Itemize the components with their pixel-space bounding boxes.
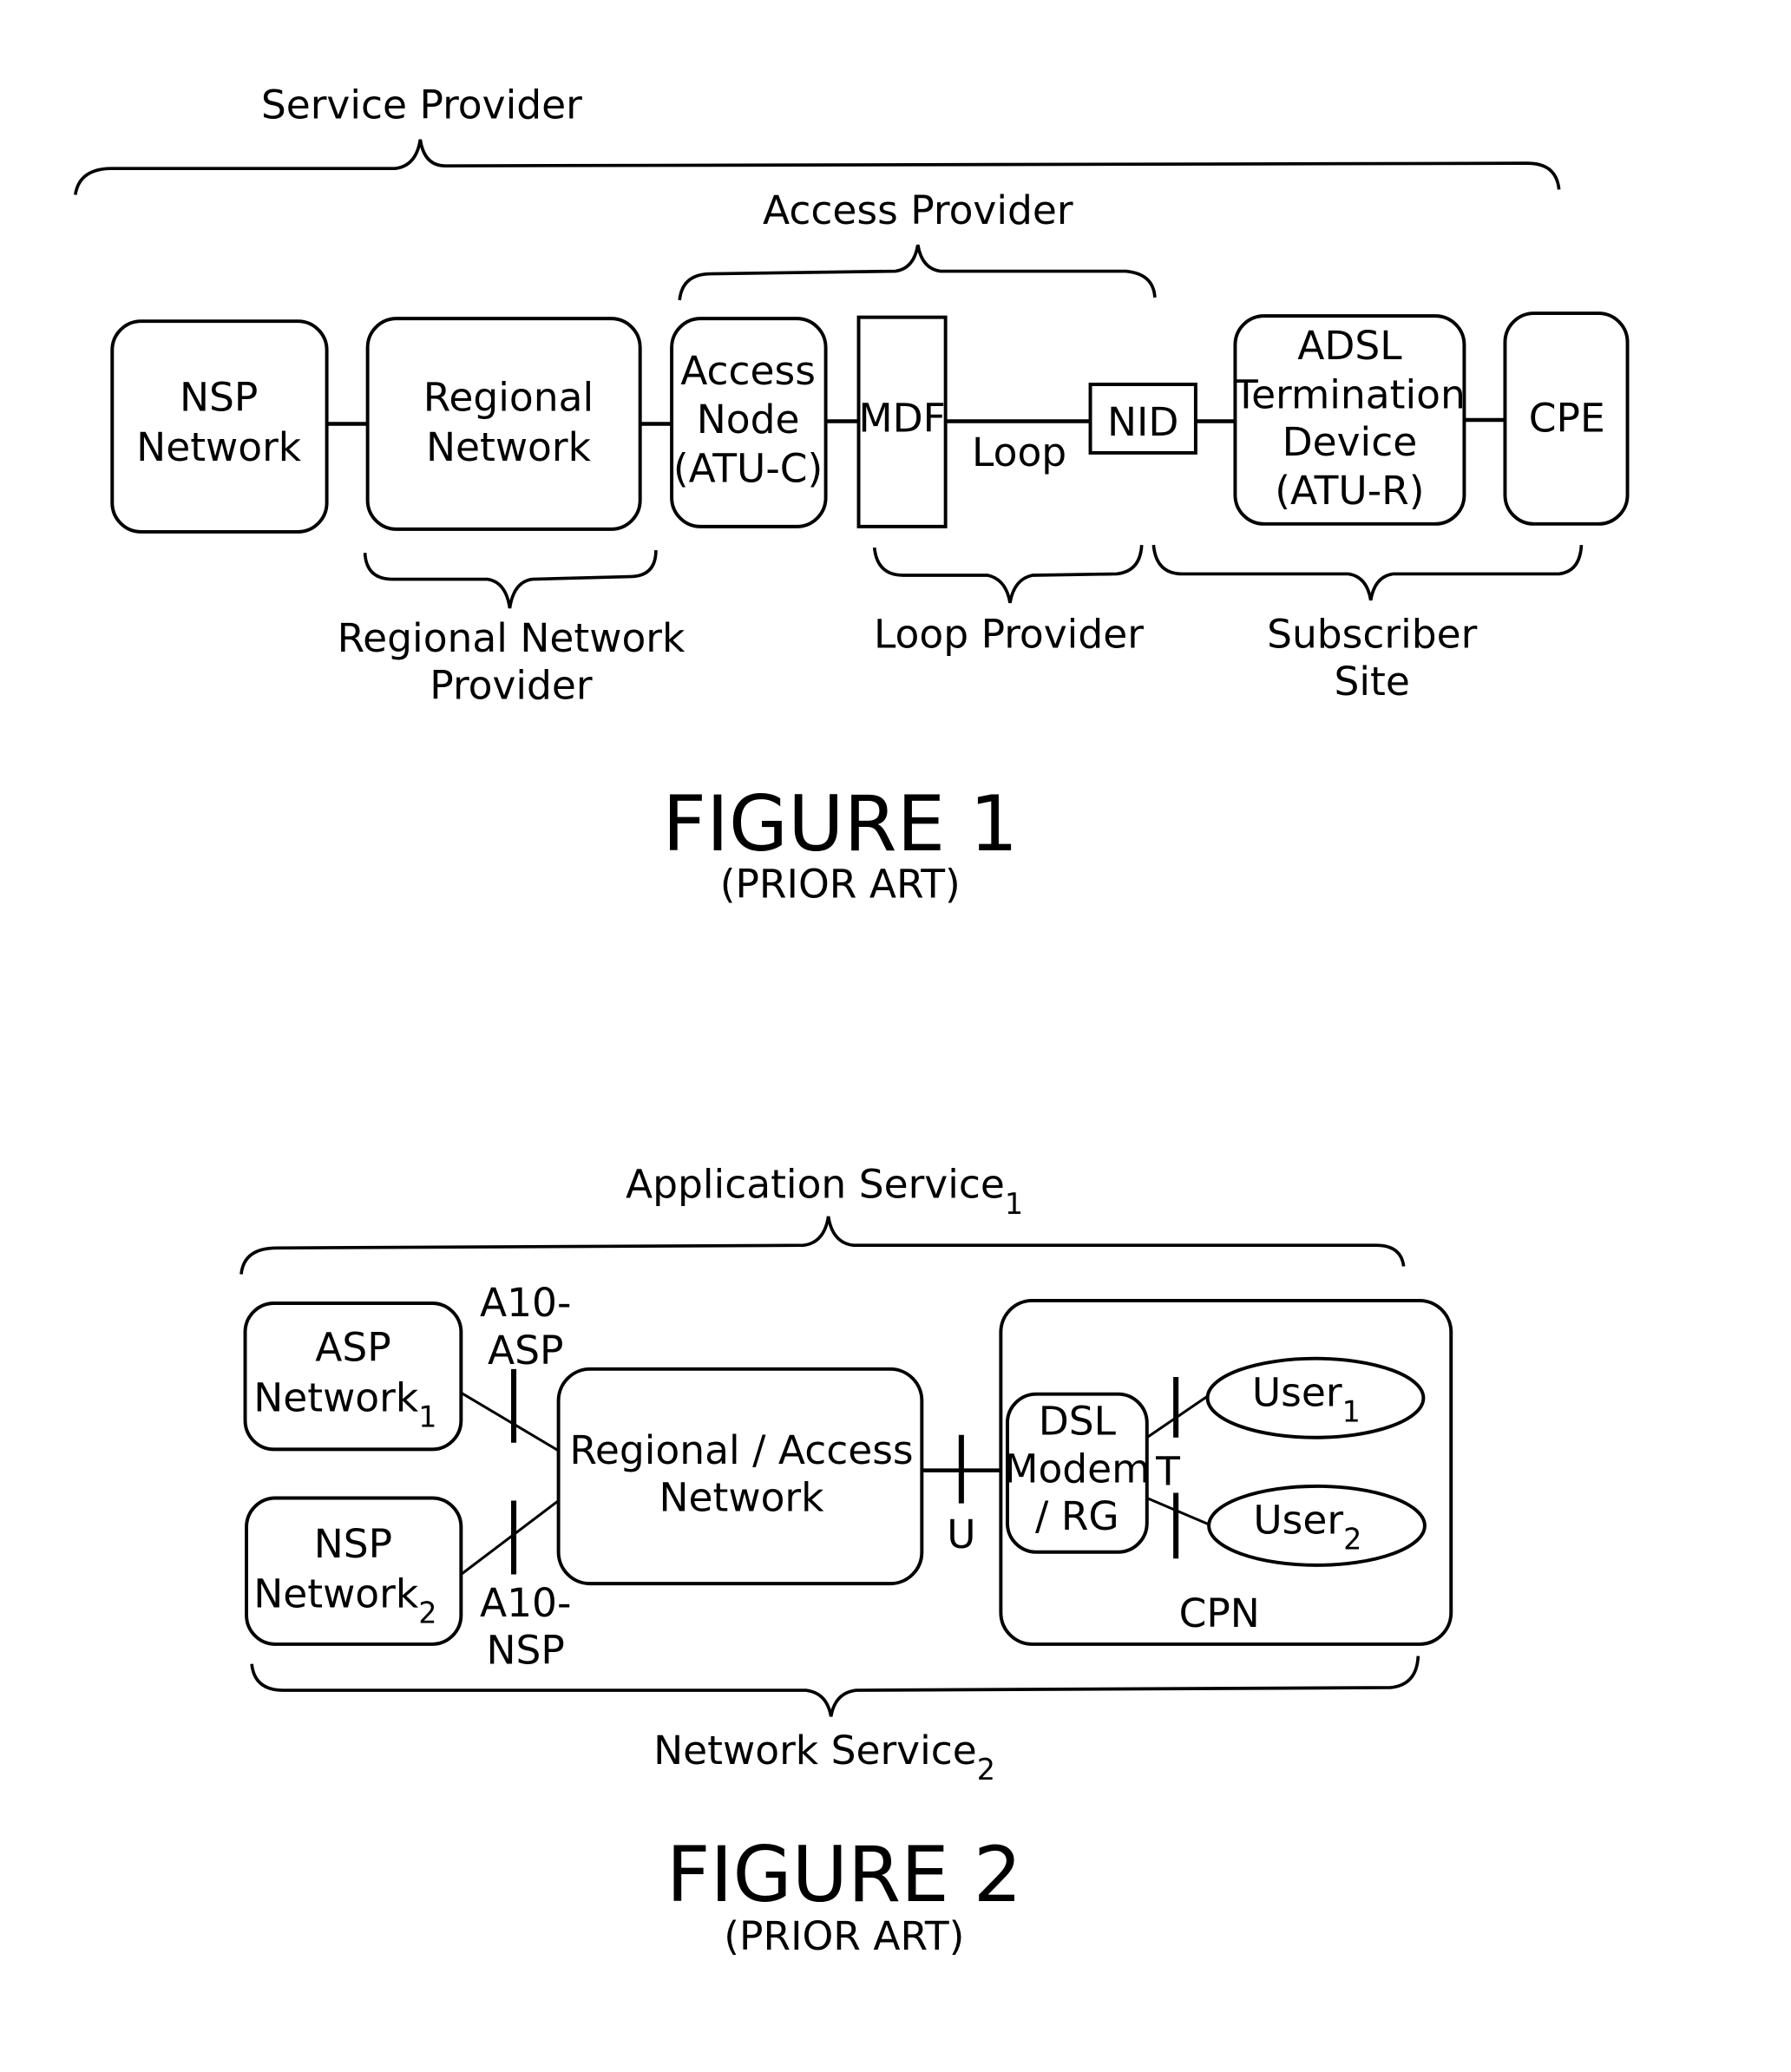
access-provider-brace <box>678 244 1157 301</box>
user2-ellipse: User2 <box>1207 1484 1427 1567</box>
dsl-modem-rg-box: DSL Modem / RG <box>1004 1392 1151 1554</box>
svg-text:NSP: NSP <box>314 1521 392 1567</box>
network-service-label: Network Service2 <box>653 1728 995 1787</box>
regional-network-provider-brace <box>363 550 658 609</box>
subscriber-site-brace <box>1151 544 1584 601</box>
mdf-box: MDF <box>856 315 948 528</box>
regional-network-provider-label: Regional Network <box>338 615 686 661</box>
svg-text:Access: Access <box>680 348 816 394</box>
network-service-brace <box>250 1656 1420 1717</box>
application-service-label: Application Service1 <box>626 1162 1023 1221</box>
svg-text:NSP: NSP <box>180 374 258 420</box>
svg-text:Network: Network <box>659 1475 825 1521</box>
svg-text:Device: Device <box>1283 419 1418 465</box>
svg-text:DSL: DSL <box>1039 1399 1117 1445</box>
asp-network-box: ASP Network1 <box>243 1302 463 1452</box>
application-service-brace <box>239 1216 1406 1275</box>
adsl-termination-device-box: ADSL Termination Device (ATU-R) <box>1233 314 1466 526</box>
a10-nsp-label: A10- <box>480 1580 571 1626</box>
svg-text:Termination: Termination <box>1233 371 1466 417</box>
svg-text:Provider: Provider <box>430 663 593 709</box>
access-node-box: Access Node (ATU-C) <box>670 317 828 528</box>
link-asp-regional <box>460 1391 560 1452</box>
svg-text:ASP: ASP <box>315 1325 390 1371</box>
loop-provider-label: Loop Provider <box>874 611 1144 657</box>
svg-text:Node: Node <box>697 397 800 443</box>
service-provider-label: Service Provider <box>261 82 582 128</box>
u-label: U <box>947 1511 975 1557</box>
svg-text:CPE: CPE <box>1529 396 1605 442</box>
loop-provider-brace <box>872 544 1144 604</box>
figure-2: Application Service1 ASP Network1 NSP Ne… <box>239 1162 1453 1959</box>
svg-text:ASP: ASP <box>488 1328 563 1374</box>
svg-text:(ATU-C): (ATU-C) <box>673 445 823 491</box>
regional-network-box: Regional Network <box>365 317 642 531</box>
loop-label: Loop <box>972 429 1066 475</box>
svg-text:MDF: MDF <box>858 396 945 442</box>
svg-text:Modem: Modem <box>1004 1446 1150 1492</box>
regional-access-network-box: Regional / Access Network <box>556 1367 924 1586</box>
cpn-label: CPN <box>1179 1590 1260 1636</box>
svg-text:ADSL: ADSL <box>1297 323 1402 369</box>
figure-1-prior-art: (PRIOR ART) <box>720 862 961 908</box>
access-provider-label: Access Provider <box>763 187 1073 233</box>
a10-asp-label: A10- <box>480 1280 571 1326</box>
svg-text:NSP: NSP <box>487 1628 565 1674</box>
figure-1-caption: FIGURE 1 <box>662 779 1018 869</box>
svg-text:Network: Network <box>426 424 592 470</box>
cpe-box: CPE <box>1503 311 1630 526</box>
figure-2-caption: FIGURE 2 <box>666 1830 1022 1919</box>
user1-ellipse: User1 <box>1205 1356 1426 1439</box>
svg-text:Regional / Access: Regional / Access <box>569 1427 913 1473</box>
subscriber-site-label: Subscriber <box>1267 611 1478 657</box>
svg-text:Regional: Regional <box>423 374 594 420</box>
svg-text:Network: Network <box>136 424 302 470</box>
figure-2-prior-art: (PRIOR ART) <box>724 1913 964 1959</box>
nid-box: NID <box>1088 383 1197 455</box>
nsp-network2-box: NSP Network2 <box>245 1496 463 1646</box>
link-nsp-regional <box>460 1499 560 1576</box>
svg-text:/ RG: / RG <box>1035 1493 1119 1539</box>
svg-text:NID: NID <box>1107 399 1179 445</box>
nsp-network-box: NSP Network <box>110 319 329 534</box>
svg-text:(ATU-R): (ATU-R) <box>1275 468 1424 514</box>
figure-1: Service Provider Access Provider NSP Net… <box>74 82 1630 908</box>
patent-drawing: Service Provider Access Provider NSP Net… <box>74 82 1630 1959</box>
svg-text:Site: Site <box>1335 659 1410 705</box>
t-label: T <box>1155 1448 1180 1494</box>
